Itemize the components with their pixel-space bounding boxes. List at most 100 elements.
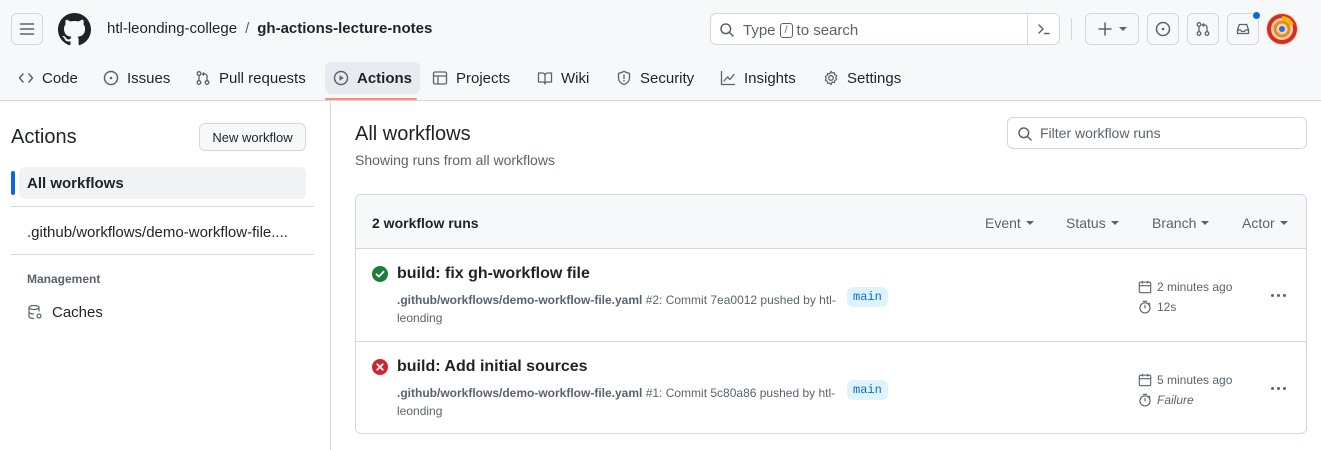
tab-label: Issues bbox=[127, 69, 171, 87]
tab-projects[interactable]: Projects bbox=[424, 62, 518, 94]
branch-label[interactable]: main bbox=[847, 380, 888, 400]
status-filter-dropdown[interactable]: Status bbox=[1066, 215, 1119, 231]
sidebar-item-all-workflows[interactable]: All workflows bbox=[19, 167, 306, 199]
tab-label: Pull requests bbox=[219, 69, 306, 87]
breadcrumb-owner-link[interactable]: htl-leonding-college bbox=[107, 20, 237, 37]
filter-label: Event bbox=[985, 215, 1021, 231]
your-pull-requests-button[interactable] bbox=[1187, 13, 1219, 45]
tab-label: Code bbox=[42, 69, 78, 87]
breadcrumb-repo-link[interactable]: gh-actions-lecture-notes bbox=[257, 20, 432, 37]
run-options-kebab-icon[interactable] bbox=[1268, 287, 1288, 303]
filter-label: Status bbox=[1066, 215, 1106, 231]
tab-wiki[interactable]: Wiki bbox=[529, 62, 597, 94]
header-top-row: htl-leonding-college / gh-actions-lectur… bbox=[0, 0, 1321, 60]
search-icon bbox=[1018, 127, 1032, 141]
your-issues-button[interactable] bbox=[1147, 13, 1179, 45]
tab-security[interactable]: Security bbox=[608, 62, 702, 94]
page-title: All workflows bbox=[355, 123, 471, 145]
command-palette-icon bbox=[1037, 24, 1050, 35]
calendar-icon bbox=[1138, 373, 1152, 387]
play-icon bbox=[333, 70, 349, 86]
hamburger-menu-button[interactable] bbox=[11, 13, 43, 45]
run-title-link[interactable]: build: Add initial sources bbox=[397, 358, 588, 376]
active-tab-underline bbox=[325, 98, 417, 100]
run-duration: Failure bbox=[1157, 393, 1194, 407]
search-shortcut-key: / bbox=[779, 23, 793, 38]
sidebar-item-demo-workflow[interactable]: .github/workflows/demo-workflow-file.... bbox=[19, 216, 306, 248]
workflow-run-row[interactable]: build: fix gh-workflow file .github/work… bbox=[356, 249, 1306, 341]
repo-nav: Code Issues Pull requests Actions Projec… bbox=[0, 60, 1321, 101]
branch-filter-dropdown[interactable]: Branch bbox=[1152, 215, 1210, 231]
actor-filter-dropdown[interactable]: Actor bbox=[1242, 215, 1288, 231]
global-search-input[interactable]: Type / to search bbox=[710, 13, 1060, 45]
code-icon bbox=[18, 73, 34, 83]
unread-notification-dot bbox=[1252, 11, 1261, 20]
workflow-run-row[interactable]: build: Add initial sources .github/workf… bbox=[356, 341, 1306, 433]
tab-label: Insights bbox=[744, 69, 796, 87]
sidebar-title: Actions bbox=[11, 126, 77, 148]
sidebar-divider bbox=[11, 206, 314, 207]
tab-code[interactable]: Code bbox=[10, 62, 86, 94]
search-icon bbox=[720, 23, 734, 37]
runs-count: 2 workflow runs bbox=[372, 215, 479, 231]
search-prefix: Type bbox=[743, 22, 776, 39]
caches-label: Caches bbox=[52, 303, 103, 321]
tab-label: Actions bbox=[357, 69, 413, 87]
tab-insights[interactable]: Insights bbox=[712, 62, 804, 94]
run-time-ago: 2 minutes ago bbox=[1157, 280, 1233, 294]
chevron-down-icon bbox=[1110, 221, 1119, 225]
sidebar-divider bbox=[11, 254, 314, 255]
run-title-link[interactable]: build: fix gh-workflow file bbox=[397, 265, 590, 283]
run-meta: .github/workflows/demo-workflow-file.yam… bbox=[397, 291, 837, 327]
breadcrumb-separator: / bbox=[245, 20, 250, 37]
filter-workflow-runs-input[interactable] bbox=[1040, 122, 1300, 144]
shield-icon bbox=[617, 70, 631, 86]
graph-icon bbox=[720, 70, 736, 86]
run-duration: 12s bbox=[1157, 300, 1177, 314]
filter-label: Branch bbox=[1152, 215, 1197, 231]
chevron-down-icon bbox=[1119, 27, 1127, 31]
search-suffix: to search bbox=[796, 22, 859, 39]
sidebar-item-caches[interactable]: Caches bbox=[19, 296, 103, 328]
tab-label: Security bbox=[640, 69, 695, 87]
avatar-image bbox=[1266, 13, 1298, 45]
x-circle-fill-icon bbox=[372, 359, 388, 375]
github-logo-icon[interactable] bbox=[58, 13, 91, 46]
run-meta: .github/workflows/demo-workflow-file.yam… bbox=[397, 384, 837, 420]
filter-workflow-runs-field[interactable] bbox=[1007, 117, 1307, 149]
issue-opened-icon bbox=[103, 70, 119, 86]
tab-actions[interactable]: Actions bbox=[325, 62, 421, 94]
git-pull-request-icon bbox=[196, 71, 210, 85]
branch-label[interactable]: main bbox=[847, 287, 888, 307]
search-placeholder: Type / to search bbox=[743, 22, 858, 39]
gear-icon bbox=[824, 70, 838, 86]
tab-settings[interactable]: Settings bbox=[815, 62, 909, 94]
chevron-down-icon bbox=[1279, 221, 1288, 225]
header-divider bbox=[1071, 18, 1072, 40]
command-palette-button[interactable] bbox=[1027, 14, 1059, 44]
plus-icon bbox=[1098, 22, 1112, 36]
breadcrumb: htl-leonding-college / gh-actions-lectur… bbox=[107, 20, 432, 37]
page-subtitle: Showing runs from all workflows bbox=[355, 152, 555, 168]
check-circle-fill-icon bbox=[372, 266, 388, 282]
chevron-down-icon bbox=[1025, 221, 1034, 225]
stopwatch-icon bbox=[1139, 300, 1151, 314]
new-workflow-button[interactable]: New workflow bbox=[199, 123, 306, 151]
book-icon bbox=[537, 72, 553, 85]
tab-label: Wiki bbox=[561, 69, 590, 87]
tab-pull-requests[interactable]: Pull requests bbox=[187, 62, 314, 94]
sidebar-section-management: Management bbox=[27, 272, 101, 286]
table-icon bbox=[432, 71, 448, 85]
inbox-icon bbox=[1236, 23, 1250, 35]
run-timing: 2 minutes ago 12s bbox=[1138, 277, 1232, 317]
event-filter-dropdown[interactable]: Event bbox=[985, 215, 1034, 231]
filter-label: Actor bbox=[1242, 215, 1275, 231]
run-options-kebab-icon[interactable] bbox=[1268, 380, 1288, 396]
chevron-down-icon bbox=[1201, 221, 1210, 225]
user-avatar[interactable] bbox=[1266, 13, 1298, 45]
hamburger-icon bbox=[19, 23, 35, 35]
create-new-button[interactable] bbox=[1085, 13, 1139, 45]
stopwatch-icon bbox=[1139, 393, 1151, 407]
tab-issues[interactable]: Issues bbox=[95, 62, 178, 94]
run-time-ago: 5 minutes ago bbox=[1157, 373, 1233, 387]
